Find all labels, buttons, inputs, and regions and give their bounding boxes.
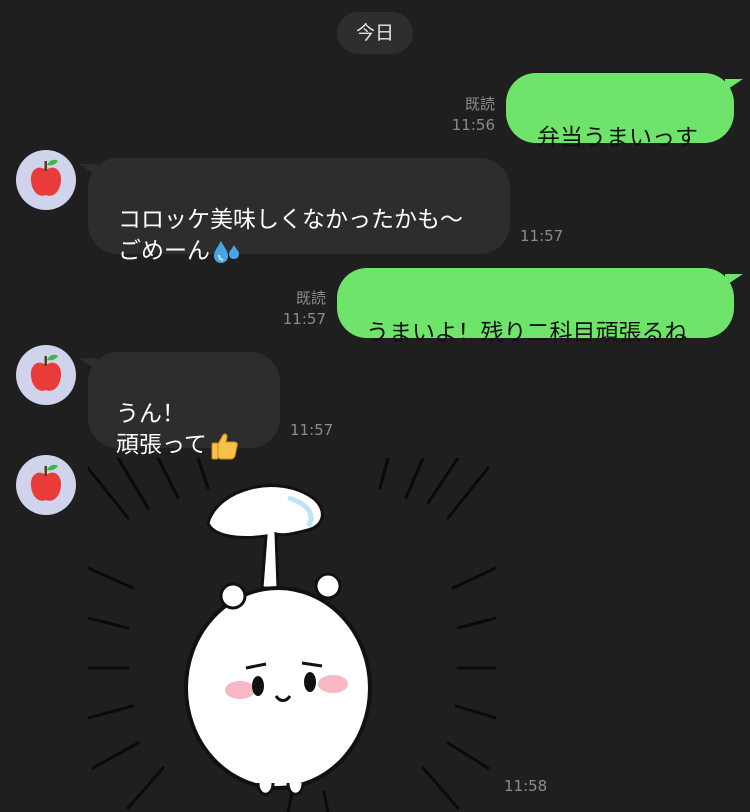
message-text: うん！ 頑張って	[116, 401, 207, 458]
thumbs-up-icon	[211, 432, 238, 459]
message-bubble-incoming[interactable]: コロッケ美味しくなかったかも〜 ごめーん	[79, 158, 510, 264]
message-time: 11:56	[451, 116, 495, 134]
message-text: 弁当うまいっす	[537, 125, 698, 151]
apple-icon	[30, 464, 62, 501]
read-receipt: 既読	[295, 289, 326, 307]
message-time: 11:57	[290, 421, 334, 439]
message-bubble-outgoing[interactable]: うまいよ！残り二科目頑張るね	[337, 268, 743, 346]
message-bubble-outgoing[interactable]: 弁当うまいっす	[506, 73, 743, 151]
white-creature-sticker[interactable]	[88, 458, 496, 812]
message-time: 11:57	[520, 227, 564, 245]
sweat-droplets-icon	[214, 240, 239, 263]
apple-icon	[30, 159, 62, 196]
message-text: うまいよ！残り二科目頑張るね	[366, 320, 688, 346]
avatar[interactable]	[16, 345, 76, 405]
date-divider: 今日	[337, 12, 413, 54]
message-time: 11:57	[282, 310, 326, 328]
avatar[interactable]	[16, 150, 76, 210]
message-time: 11:58	[504, 777, 548, 795]
apple-icon	[30, 354, 62, 391]
message-bubble-incoming[interactable]: うん！ 頑張って	[79, 352, 280, 459]
read-receipt: 既読	[464, 95, 495, 113]
message-text: コロッケ美味しくなかったかも〜 ごめーん	[118, 207, 463, 264]
avatar[interactable]	[16, 455, 76, 515]
